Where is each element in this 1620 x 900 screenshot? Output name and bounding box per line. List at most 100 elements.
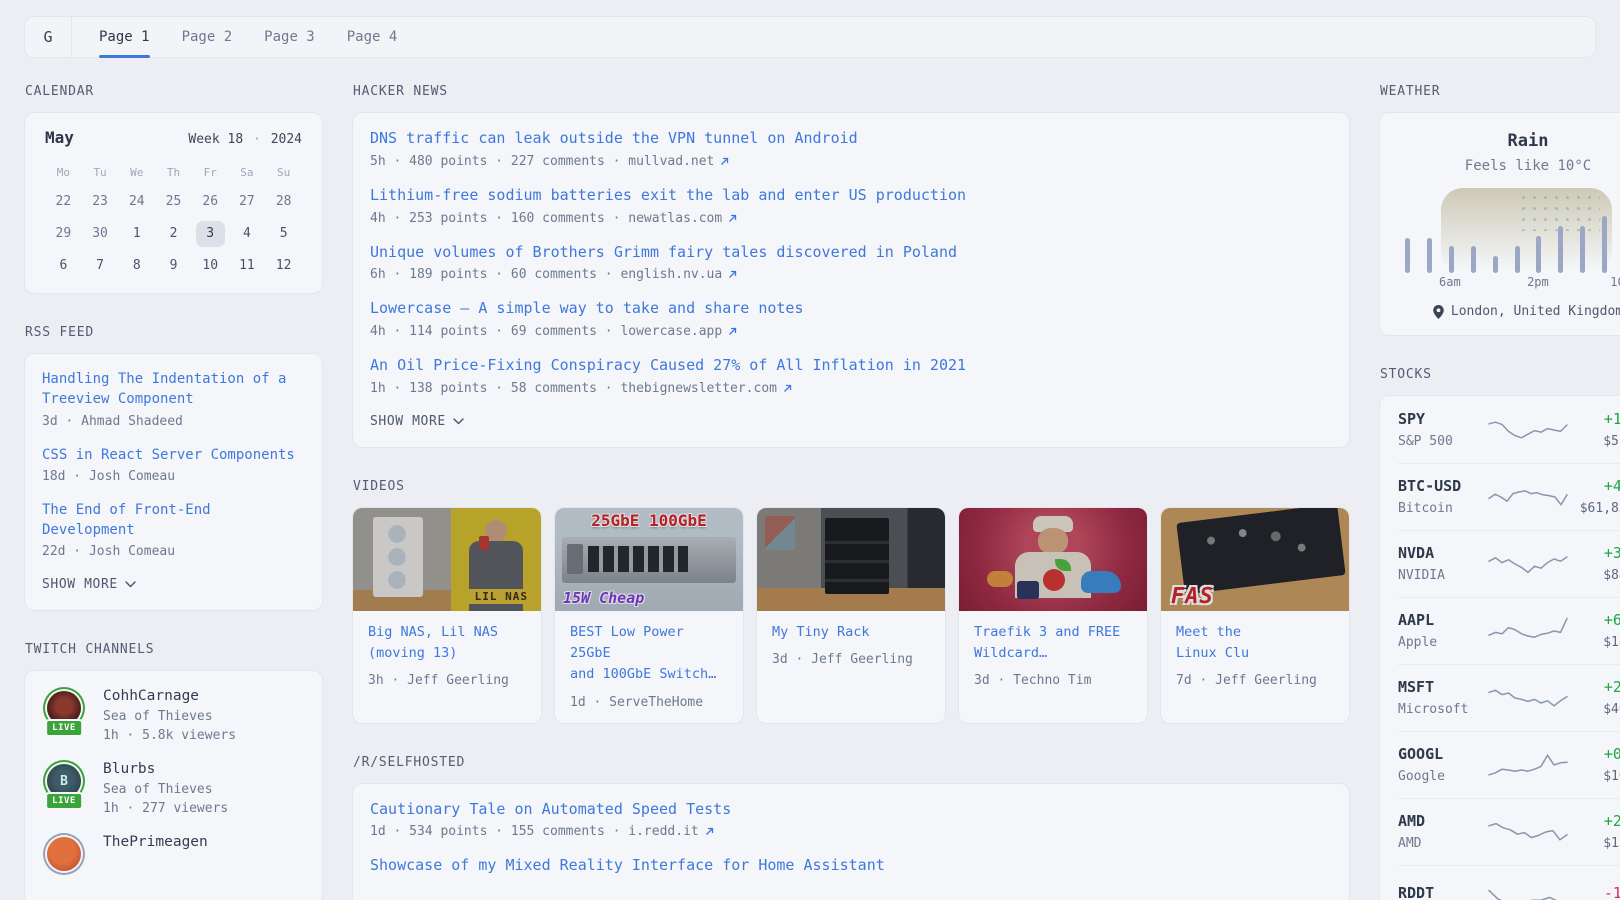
stock-name: AMD [1398, 836, 1486, 851]
calendar-year: 2024 [271, 132, 302, 147]
video-title-link[interactable]: Traefik 3 and FREE Wildcard… [974, 622, 1132, 665]
weekday-label: Fr [192, 163, 229, 183]
stock-ticker: AAPL [1398, 611, 1486, 629]
weather-bars [1405, 188, 1620, 273]
twitch-channel-name[interactable]: CohhCarnage [103, 688, 236, 704]
location-pin-icon [1433, 305, 1444, 319]
video-thumbnail[interactable]: LIL NAS [353, 508, 541, 611]
stock-name: Bitcoin [1398, 501, 1486, 516]
video-title-link[interactable]: Big NAS, Lil NAS (moving 13) [368, 622, 526, 665]
calendar-day: 23 [86, 189, 115, 215]
stock-change: +2.24% [1570, 678, 1620, 696]
stock-ticker: GOOGL [1398, 745, 1486, 763]
video-thumbnail[interactable]: FAS [1161, 508, 1349, 611]
reddit-item-link[interactable]: Showcase of my Mixed Reality Interface f… [370, 856, 885, 874]
twitch-viewers: 1h · 5.8k viewers [103, 728, 236, 743]
rss-item-link[interactable]: The End of Front-End Development [42, 502, 211, 538]
weather-bar [1558, 226, 1563, 273]
video-thumbnail[interactable] [757, 508, 945, 611]
calendar-separator: · [253, 132, 261, 147]
weather-bar [1471, 246, 1476, 273]
twitch-channel-name[interactable]: ThePrimeagen [103, 834, 208, 850]
thumb-decor [765, 516, 795, 550]
videos-section-label: VIDEOS [353, 479, 1350, 494]
thumb-decor [1038, 528, 1068, 554]
stock-change: +0.25% [1570, 745, 1620, 763]
stock-row[interactable]: AAPL Apple +6.63% $184.51 [1398, 597, 1620, 664]
thumb-decor [485, 520, 507, 542]
video-title-link[interactable]: My Tiny Rack [772, 622, 930, 643]
dashboard-columns: CALENDAR May Week 18 · 2024 MoTuWeThFrSa… [24, 84, 1596, 900]
weather-hourly-chart: 12° 6am2pm10pm [1404, 188, 1620, 291]
stock-row[interactable]: RDDT -1.59% [1398, 865, 1620, 900]
docker-whale-icon [1081, 571, 1121, 593]
stock-row[interactable]: SPY S&P 500 +1.32% $511.69 [1398, 397, 1620, 463]
stock-price: $511.69 [1570, 434, 1620, 449]
external-link-icon [720, 157, 729, 166]
thumb-decor [1017, 581, 1039, 599]
twitch-game[interactable]: Sea of Thieves [103, 782, 228, 797]
thumb-decor [562, 537, 736, 583]
twitch-channel-info: ThePrimeagen [103, 834, 208, 878]
rss-card: Handling The Indentation of a Treeview C… [24, 353, 323, 611]
video-thumbnail[interactable] [959, 508, 1147, 611]
stock-row[interactable]: AMD AMD +2.97% $150.50 [1398, 798, 1620, 865]
hacker-news-widget: HACKER NEWS DNS traffic can leak outside… [352, 84, 1350, 448]
stock-sparkline [1486, 480, 1570, 514]
stock-row[interactable]: NVDA NVIDIA +3.49% $888.12 [1398, 530, 1620, 597]
stock-name: Google [1398, 769, 1486, 784]
video-title-link[interactable]: BEST Low Power 25GbE and 100GbE Switch… [570, 622, 728, 686]
hn-item-link[interactable]: DNS traffic can leak outside the VPN tun… [370, 129, 858, 147]
tab-page-4[interactable]: Page 4 [347, 17, 398, 57]
calendar-day: 28 [269, 189, 298, 215]
twitch-avatar-wrap: LIVE [42, 688, 86, 732]
stock-row[interactable]: BTC-USD Bitcoin +4.56% $61,820.02 [1398, 463, 1620, 530]
live-badge: LIVE [45, 792, 83, 810]
app-logo[interactable]: G [25, 17, 72, 57]
twitch-channel-name[interactable]: Blurbs [103, 761, 228, 777]
twitch-widget: TWITCH CHANNELS LIVE CohhCarnage Sea of … [24, 642, 323, 900]
twitch-section-label: TWITCH CHANNELS [25, 642, 323, 657]
rss-show-more-button[interactable]: SHOW MORE [42, 577, 136, 592]
thumbnail-caption: 15W Cheap [563, 589, 644, 607]
calendar-day: 22 [49, 189, 78, 215]
stock-sparkline [1486, 681, 1570, 715]
reddit-item-link[interactable]: Cautionary Tale on Automated Speed Tests [370, 800, 731, 818]
weekday-label: Su [265, 163, 302, 183]
twitch-card: LIVE CohhCarnage Sea of Thieves 1h · 5.8… [24, 670, 323, 900]
twitch-channel-info: Blurbs Sea of Thieves 1h · 277 viewers [103, 761, 228, 816]
weather-location[interactable]: London, United Kingdom [1404, 304, 1620, 319]
calendar-day: 26 [196, 189, 225, 215]
hn-show-more-button[interactable]: SHOW MORE [370, 414, 464, 429]
tab-page-1[interactable]: Page 1 [99, 17, 150, 57]
stock-name: S&P 500 [1398, 434, 1486, 449]
tab-page-2[interactable]: Page 2 [182, 17, 233, 57]
stock-ticker: BTC-USD [1398, 477, 1486, 495]
hn-item-link[interactable]: An Oil Price-Fixing Conspiracy Caused 27… [370, 356, 966, 374]
stock-row[interactable]: MSFT Microsoft +2.24% $406.76 [1398, 664, 1620, 731]
selfhosted-card: Cautionary Tale on Automated Speed Tests… [352, 783, 1350, 900]
hn-item: DNS traffic can leak outside the VPN tun… [370, 128, 1332, 169]
rss-item-link[interactable]: Handling The Indentation of a Treeview C… [42, 371, 286, 407]
hn-item: Lithium-free sodium batteries exit the l… [370, 185, 1332, 226]
calendar-header: May Week 18 · 2024 [45, 128, 302, 147]
video-meta: 7d · Jeff Geerling [1176, 673, 1334, 688]
weather-bar [1515, 246, 1520, 273]
stock-sparkline [1486, 614, 1570, 648]
hn-item-link[interactable]: Lowercase – A simple way to take and sha… [370, 299, 803, 317]
video-thumbnail[interactable]: 25GbE 100GbE 15W Cheap [555, 508, 743, 611]
tab-page-3[interactable]: Page 3 [264, 17, 315, 57]
twitch-game[interactable]: Sea of Thieves [103, 709, 236, 724]
video-card: Traefik 3 and FREE Wildcard… 3d · Techno… [958, 507, 1148, 724]
video-title-link[interactable]: Meet the Linux Clu [1176, 622, 1334, 665]
weather-feels-like: Feels like 10°C [1404, 158, 1620, 174]
calendar-day: 8 [122, 253, 151, 279]
rss-item-link[interactable]: CSS in React Server Components [42, 447, 295, 463]
hn-item-link[interactable]: Unique volumes of Brothers Grimm fairy t… [370, 243, 957, 261]
twitch-channel-row: LIVE Blurbs Sea of Thieves 1h · 277 view… [42, 761, 305, 816]
weather-time-label: 6am [1439, 275, 1461, 289]
stock-row[interactable]: GOOGL Google +0.25% $167.03 [1398, 731, 1620, 798]
page-tabs: Page 1 Page 2 Page 3 Page 4 [72, 17, 397, 57]
hn-show-more-label: SHOW MORE [370, 414, 446, 429]
hn-item-link[interactable]: Lithium-free sodium batteries exit the l… [370, 186, 966, 204]
